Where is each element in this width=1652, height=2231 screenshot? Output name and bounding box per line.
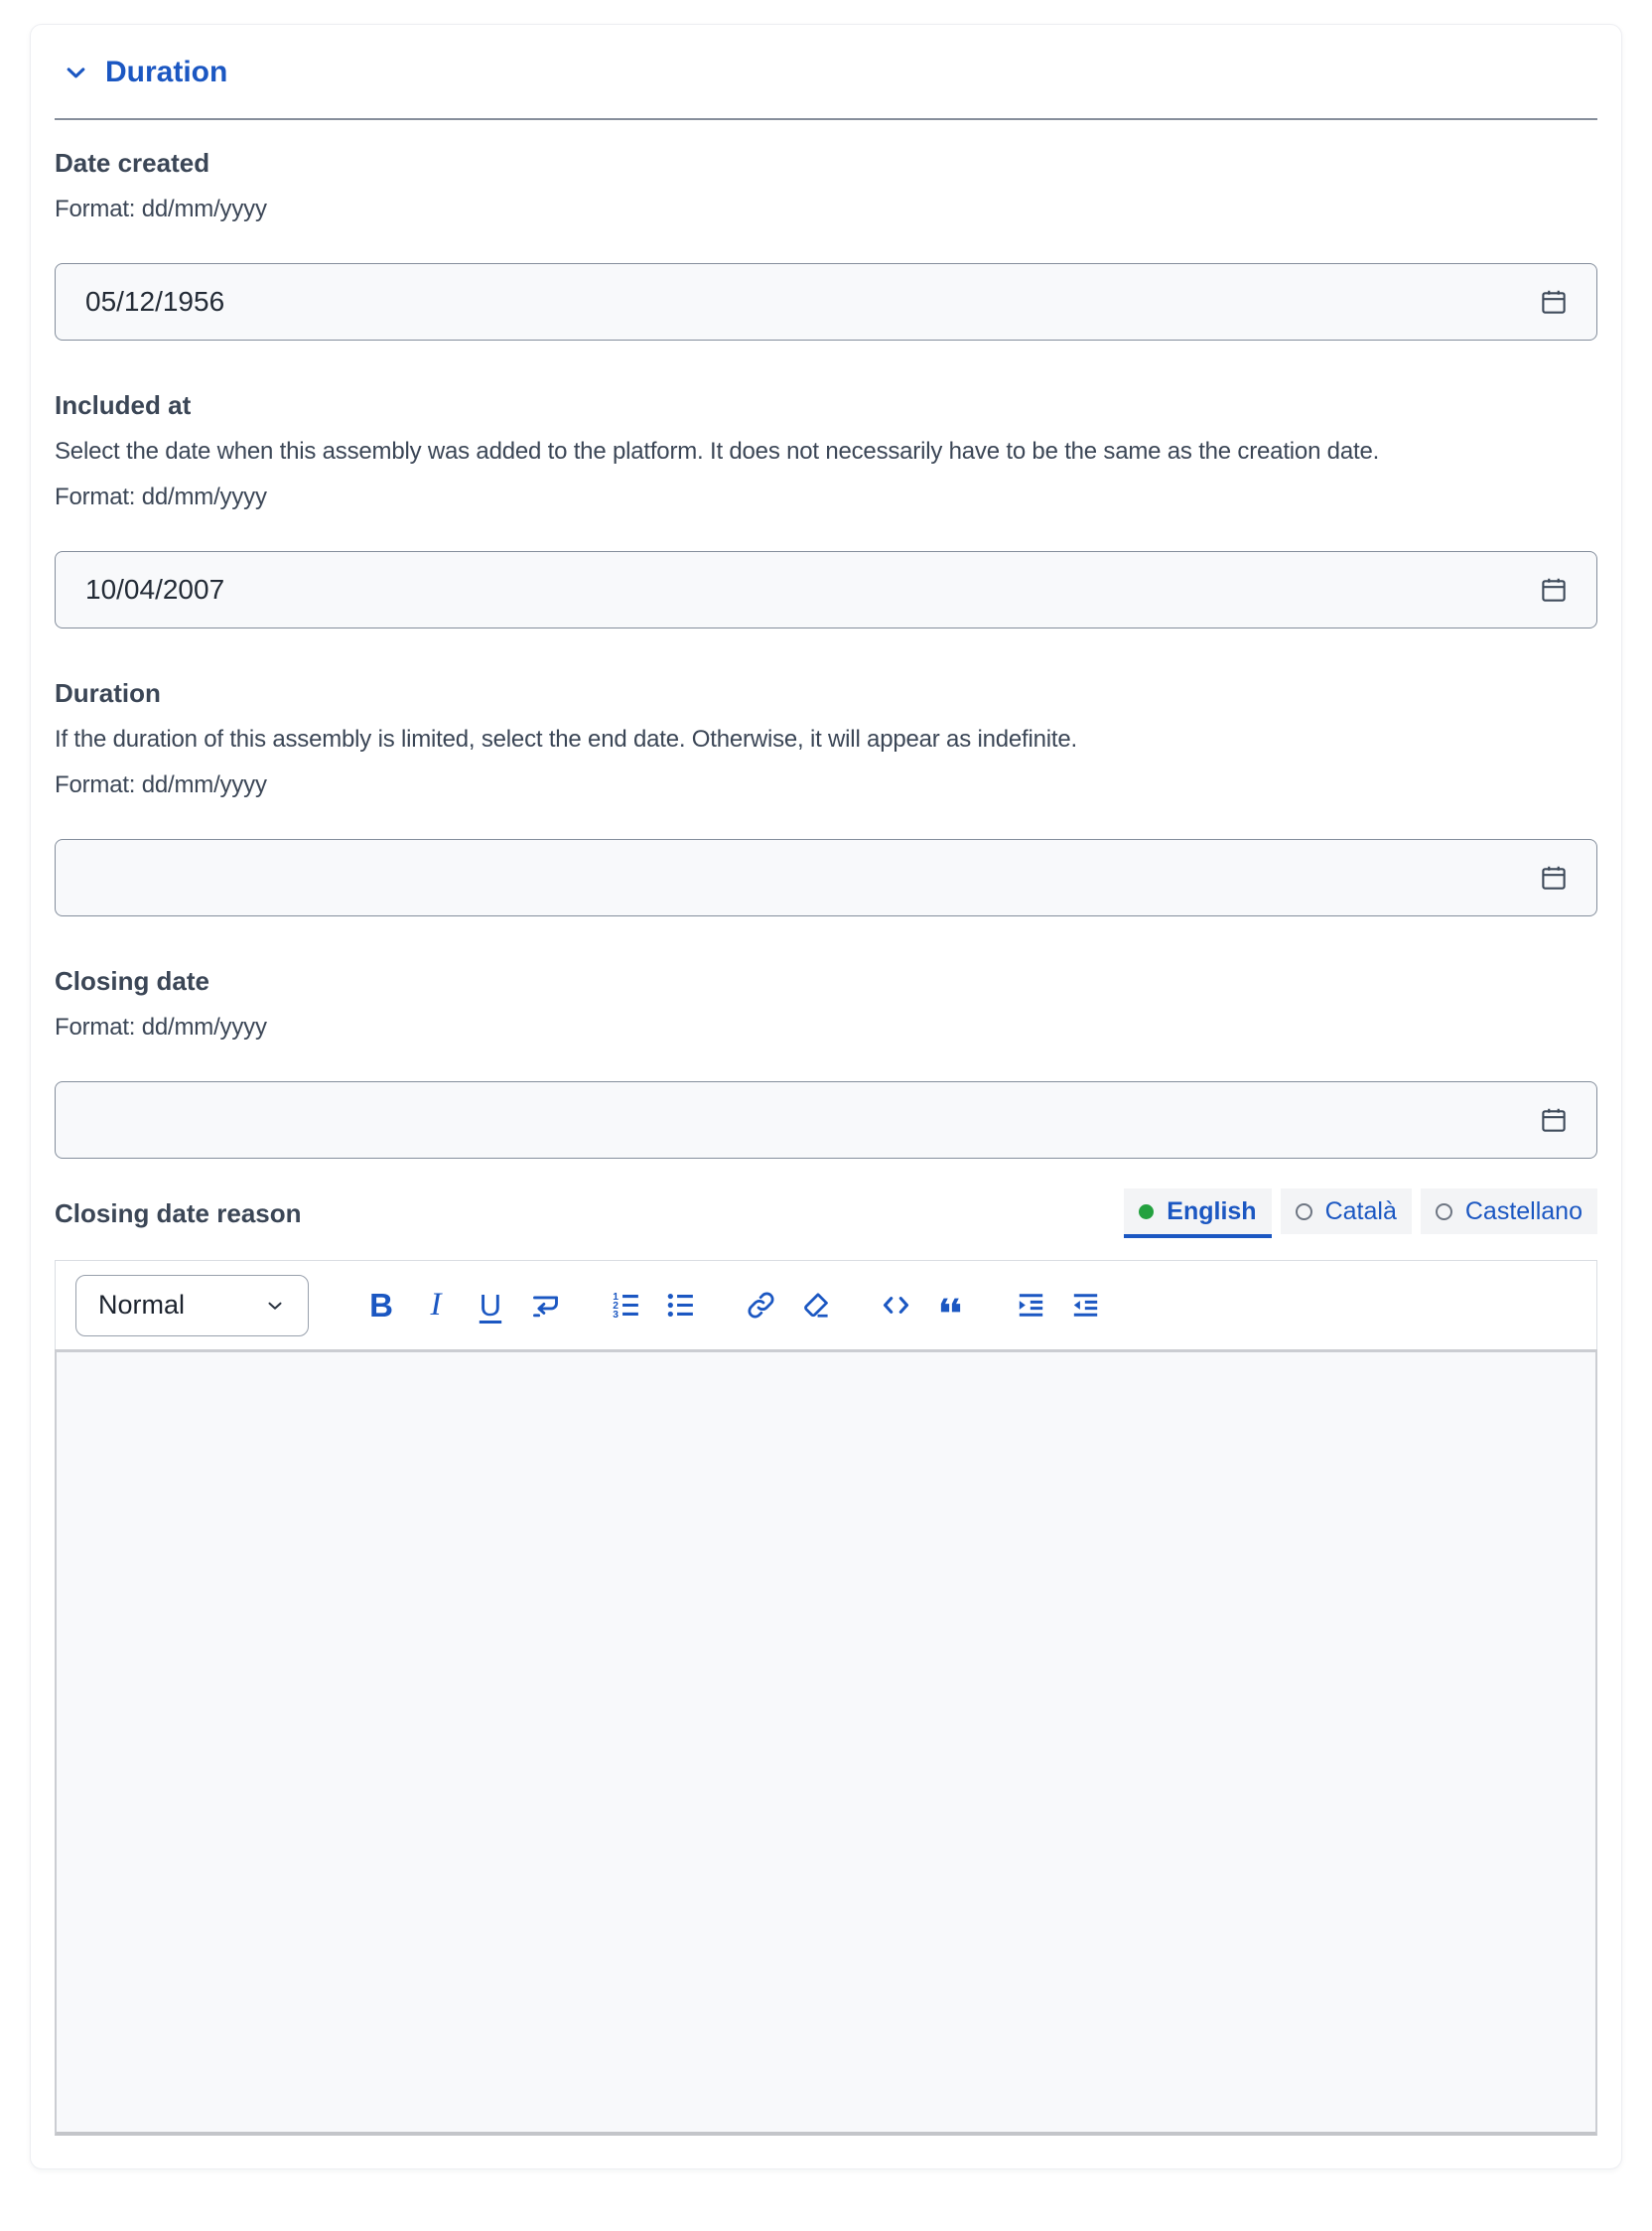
language-tab-castellano[interactable]: Castellano: [1421, 1188, 1597, 1234]
field-included-at: Included at Select the date when this as…: [55, 390, 1597, 628]
duration-inputbox: [55, 839, 1597, 916]
rich-text-editor: Normal B I U 123: [55, 1260, 1597, 2136]
bold-button[interactable]: B: [358, 1283, 404, 1328]
language-tab-label: Castellano: [1465, 1197, 1583, 1226]
paragraph-style-value: Normal: [98, 1290, 185, 1321]
chevron-down-icon: [63, 60, 89, 86]
rich-text-editor-content[interactable]: [55, 1349, 1597, 2136]
calendar-button[interactable]: [1539, 287, 1569, 317]
italic-icon: I: [431, 1289, 442, 1322]
language-tab-catala[interactable]: Català: [1281, 1188, 1412, 1234]
included-at-inputbox: [55, 551, 1597, 628]
closing-date-input[interactable]: [85, 1104, 1539, 1136]
date-created-inputbox: [55, 263, 1597, 341]
field-label: Closing date: [55, 966, 1597, 996]
bold-icon: B: [369, 1289, 393, 1322]
field-format-hint: Format: dd/mm/yyyy: [55, 770, 1597, 799]
duration-section-card: Duration Date created Format: dd/mm/yyyy…: [30, 24, 1622, 2169]
svg-text:3: 3: [613, 1310, 619, 1321]
field-closing-date: Closing date Format: dd/mm/yyyy: [55, 966, 1597, 1159]
bullet-list-icon: [664, 1289, 697, 1322]
italic-button[interactable]: I: [413, 1283, 459, 1328]
ordered-list-button[interactable]: 123: [603, 1283, 648, 1328]
outdent-button[interactable]: [1062, 1283, 1108, 1328]
section-title: Duration: [105, 55, 227, 90]
ordered-list-icon: 123: [610, 1289, 642, 1322]
language-tab-english[interactable]: English: [1124, 1188, 1271, 1238]
calendar-button[interactable]: [1539, 575, 1569, 605]
bullet-list-button[interactable]: [657, 1283, 703, 1328]
field-format-hint: Format: dd/mm/yyyy: [55, 1013, 1597, 1042]
section-header-duration[interactable]: Duration: [55, 55, 227, 90]
clear-format-button[interactable]: [792, 1283, 838, 1328]
underline-icon: U: [480, 1290, 501, 1321]
field-date-created: Date created Format: dd/mm/yyyy: [55, 148, 1597, 341]
blockquote-icon: [934, 1289, 967, 1322]
field-label: Date created: [55, 148, 1597, 178]
closing-reason-label: Closing date reason: [55, 1198, 302, 1228]
closing-reason-header-row: Closing date reason English Català Caste…: [55, 1188, 1597, 1238]
calendar-icon: [1539, 287, 1569, 317]
paragraph-style-select[interactable]: Normal: [75, 1275, 309, 1336]
calendar-icon: [1539, 575, 1569, 605]
language-tab-label: English: [1167, 1197, 1256, 1226]
date-created-input[interactable]: [85, 286, 1539, 318]
calendar-button[interactable]: [1539, 863, 1569, 893]
selected-language-dot-icon: [1139, 1204, 1154, 1219]
field-label: Duration: [55, 678, 1597, 708]
link-icon: [745, 1289, 777, 1322]
duration-input[interactable]: [85, 862, 1539, 894]
included-at-input[interactable]: [85, 574, 1539, 606]
unselected-language-circle-icon: [1436, 1203, 1452, 1220]
field-format-hint: Format: dd/mm/yyyy: [55, 483, 1597, 511]
calendar-button[interactable]: [1539, 1105, 1569, 1135]
code-button[interactable]: [873, 1283, 918, 1328]
underline-button[interactable]: U: [468, 1283, 513, 1328]
calendar-icon: [1539, 863, 1569, 893]
field-format-hint: Format: dd/mm/yyyy: [55, 195, 1597, 223]
soft-break-button[interactable]: [522, 1283, 568, 1328]
field-description: Select the date when this assembly was a…: [55, 437, 1597, 466]
chevron-down-icon: [264, 1295, 286, 1317]
language-tab-label: Català: [1325, 1197, 1397, 1226]
field-duration: Duration If the duration of this assembl…: [55, 678, 1597, 916]
code-icon: [880, 1289, 912, 1322]
blockquote-button[interactable]: [927, 1283, 973, 1328]
outdent-icon: [1069, 1289, 1102, 1322]
closing-date-inputbox: [55, 1081, 1597, 1159]
field-description: If the duration of this assembly is limi…: [55, 725, 1597, 754]
unselected-language-circle-icon: [1296, 1203, 1312, 1220]
soft-break-icon: [529, 1289, 562, 1322]
calendar-icon: [1539, 1105, 1569, 1135]
editor-toolbar: Normal B I U 123: [55, 1260, 1597, 1349]
language-tabs: English Català Castellano: [1124, 1188, 1597, 1238]
link-button[interactable]: [738, 1283, 783, 1328]
indent-icon: [1015, 1289, 1047, 1322]
field-label: Included at: [55, 390, 1597, 420]
eraser-icon: [799, 1289, 832, 1322]
section-divider: [55, 118, 1597, 120]
indent-button[interactable]: [1008, 1283, 1053, 1328]
